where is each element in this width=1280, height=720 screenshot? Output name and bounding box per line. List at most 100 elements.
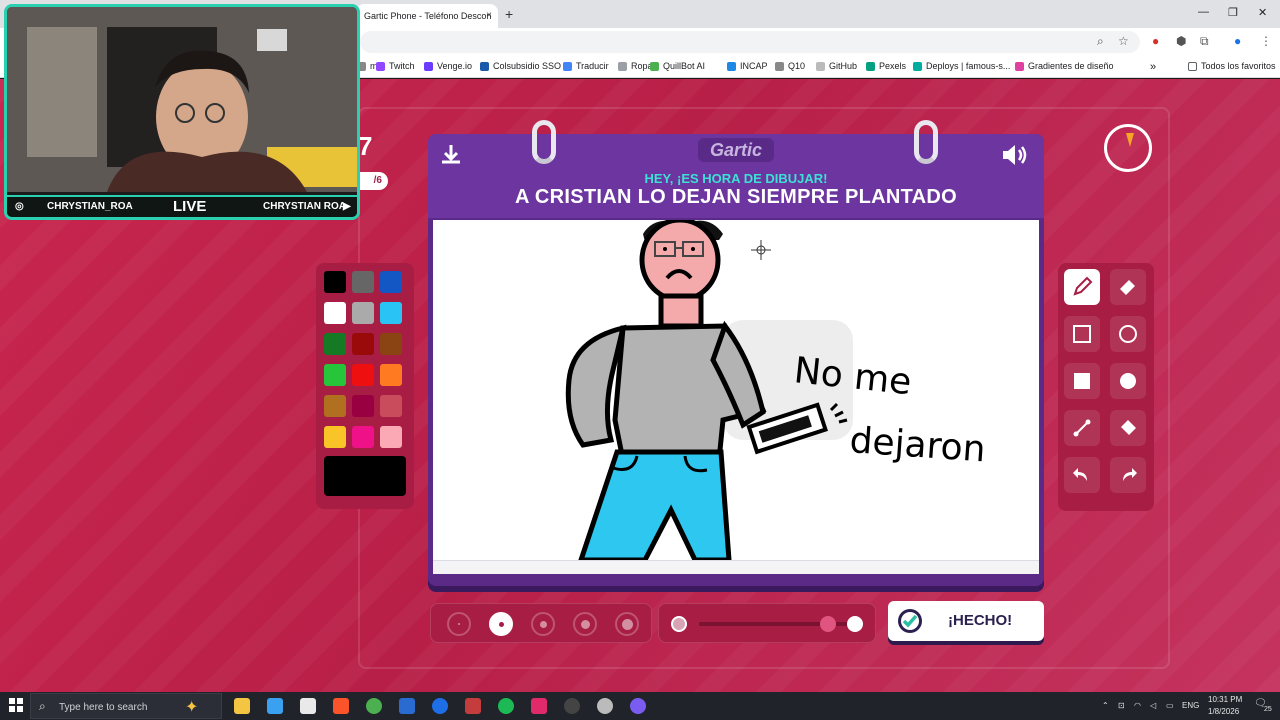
- all-bookmarks-label: Todos los favoritos: [1201, 61, 1276, 71]
- bookmark-label: QuillBot AI: [663, 61, 706, 71]
- opacity-max-icon: [847, 616, 863, 632]
- tray-chevron-icon[interactable]: ⌃: [1102, 701, 1109, 710]
- rectangle-outline-tool-button[interactable]: [1064, 316, 1100, 352]
- drawing-canvas[interactable]: No me dejaron: [433, 220, 1039, 560]
- file-explorer-icon[interactable]: [234, 698, 250, 714]
- more-bookmarks-icon[interactable]: »: [1150, 61, 1156, 73]
- extension-red-icon[interactable]: ●: [1152, 34, 1159, 48]
- brush-size-option[interactable]: [531, 612, 555, 636]
- brave-icon[interactable]: [333, 698, 349, 714]
- close-window-icon[interactable]: ✕: [1258, 6, 1267, 19]
- clock-date[interactable]: 1/8/2026: [1208, 707, 1239, 716]
- minimize-icon[interactable]: —: [1198, 6, 1209, 18]
- bookmark-item[interactable]: Q10: [775, 61, 805, 71]
- color-swatch[interactable]: [352, 395, 374, 417]
- pencil-tool-button[interactable]: [1064, 269, 1100, 305]
- bookmark-star-icon[interactable]: ☆: [1118, 34, 1129, 48]
- bookmark-item[interactable]: m: [357, 61, 378, 71]
- bookmark-item[interactable]: Colsubsidio SSO: [480, 61, 561, 71]
- store-icon[interactable]: [300, 698, 316, 714]
- tray-network-icon[interactable]: ⊡: [1118, 701, 1125, 710]
- tray-volume-icon[interactable]: ◁: [1150, 701, 1156, 710]
- restore-icon[interactable]: ❐: [1228, 6, 1238, 19]
- bucket-tool-button[interactable]: [1110, 410, 1146, 446]
- bookmark-item[interactable]: Venge.io: [424, 61, 472, 71]
- bookmark-item[interactable]: Deploys | famous-s...: [913, 61, 1010, 71]
- windows-start-icon[interactable]: [9, 698, 23, 717]
- bookmark-item[interactable]: GitHub: [816, 61, 857, 71]
- obs-icon[interactable]: [564, 698, 580, 714]
- color-swatch[interactable]: [324, 364, 346, 386]
- profile-avatar-icon[interactable]: ●: [1234, 34, 1241, 48]
- brush-size-option[interactable]: [447, 612, 471, 636]
- brush-size-option[interactable]: [573, 612, 597, 636]
- redo-tool-button[interactable]: [1110, 457, 1146, 493]
- color-swatch[interactable]: [380, 426, 402, 448]
- tab-close-icon[interactable]: ×: [486, 10, 492, 21]
- crosshair-cursor-icon: [751, 240, 771, 260]
- bookmark-item[interactable]: Pexels: [866, 61, 906, 71]
- zoom-icon[interactable]: ⌕: [1097, 34, 1104, 49]
- color-swatch[interactable]: [380, 333, 402, 355]
- circle-fill-tool-button[interactable]: [1110, 363, 1146, 399]
- undo-tool-button[interactable]: [1064, 457, 1100, 493]
- color-swatch[interactable]: [324, 426, 346, 448]
- spotify-icon[interactable]: [498, 698, 514, 714]
- rectangle-fill-tool-button[interactable]: [1064, 363, 1100, 399]
- color-swatch[interactable]: [324, 271, 346, 293]
- all-bookmarks-folder[interactable]: Todos los favoritos: [1188, 61, 1276, 71]
- eraser-tool-button[interactable]: [1110, 269, 1146, 305]
- circle-outline-tool-button[interactable]: [1110, 316, 1146, 352]
- brush-size-option[interactable]: [489, 612, 513, 636]
- line-tool-button[interactable]: [1064, 410, 1100, 446]
- settings-gear-icon[interactable]: [597, 698, 613, 714]
- opacity-handle[interactable]: [820, 616, 836, 632]
- bookmark-item[interactable]: Ropa: [618, 61, 653, 71]
- color-swatch[interactable]: [352, 333, 374, 355]
- tiktok-icon[interactable]: [531, 698, 547, 714]
- windows-taskbar: ⌕ Type here to search ✦ ⌃ ⊡ ◠ ◁ ▭ ENG 10…: [0, 692, 1280, 720]
- color-swatch[interactable]: [352, 364, 374, 386]
- download-icon[interactable]: [438, 142, 464, 173]
- color-swatch[interactable]: [380, 364, 402, 386]
- tf-icon[interactable]: [465, 698, 481, 714]
- tab-gartic-phone[interactable]: Gartic Phone - Teléfono Descon ×: [356, 4, 498, 28]
- brush-size-option[interactable]: [615, 612, 639, 636]
- copilot-icon[interactable]: [267, 698, 283, 714]
- tray-battery-icon[interactable]: ▭: [1166, 701, 1174, 710]
- drawing-prompt: A CRISTIAN LO DEJAN SIEMPRE PLANTADO: [515, 186, 957, 208]
- security-icon[interactable]: [399, 698, 415, 714]
- extensions-puzzle-icon[interactable]: ⧉: [1200, 34, 1209, 49]
- color-swatch[interactable]: [380, 302, 402, 324]
- new-tab-button[interactable]: +: [505, 6, 513, 22]
- address-bar[interactable]: [360, 31, 1140, 53]
- sound-icon[interactable]: [1000, 142, 1030, 173]
- color-swatch[interactable]: [352, 302, 374, 324]
- clock-time[interactable]: 10:31 PM: [1208, 695, 1242, 704]
- bookmark-item[interactable]: INCAP: [727, 61, 768, 71]
- done-button[interactable]: ¡HECHO!: [888, 601, 1044, 641]
- circle-outline-icon: [1119, 325, 1137, 343]
- bookmark-item[interactable]: Twitch: [376, 61, 415, 71]
- color-swatch[interactable]: [380, 395, 402, 417]
- opacity-slider[interactable]: [658, 603, 876, 643]
- menu-kebab-icon[interactable]: ⋮: [1260, 34, 1272, 48]
- extension-shield-icon[interactable]: ⬢: [1176, 34, 1186, 48]
- color-swatch[interactable]: [324, 302, 346, 324]
- firefox-icon[interactable]: [432, 698, 448, 714]
- bookmark-item[interactable]: Traducir: [563, 61, 609, 71]
- chrome-icon[interactable]: [366, 698, 382, 714]
- taskbar-search-input[interactable]: ⌕ Type here to search ✦: [30, 693, 222, 719]
- color-swatch[interactable]: [352, 271, 374, 293]
- bookmark-favicon-icon: [480, 61, 489, 71]
- color-swatch[interactable]: [324, 395, 346, 417]
- bookmark-item[interactable]: QuillBot AI: [650, 61, 705, 71]
- language-indicator[interactable]: ENG: [1182, 701, 1199, 710]
- discord-icon[interactable]: [630, 698, 646, 714]
- bookmark-item[interactable]: Gradientes de diseño: [1015, 61, 1114, 71]
- color-swatch[interactable]: [380, 271, 402, 293]
- tray-wifi-icon[interactable]: ◠: [1134, 701, 1141, 710]
- color-swatch[interactable]: [352, 426, 374, 448]
- bookmark-label: Traducir: [576, 61, 609, 71]
- color-swatch[interactable]: [324, 333, 346, 355]
